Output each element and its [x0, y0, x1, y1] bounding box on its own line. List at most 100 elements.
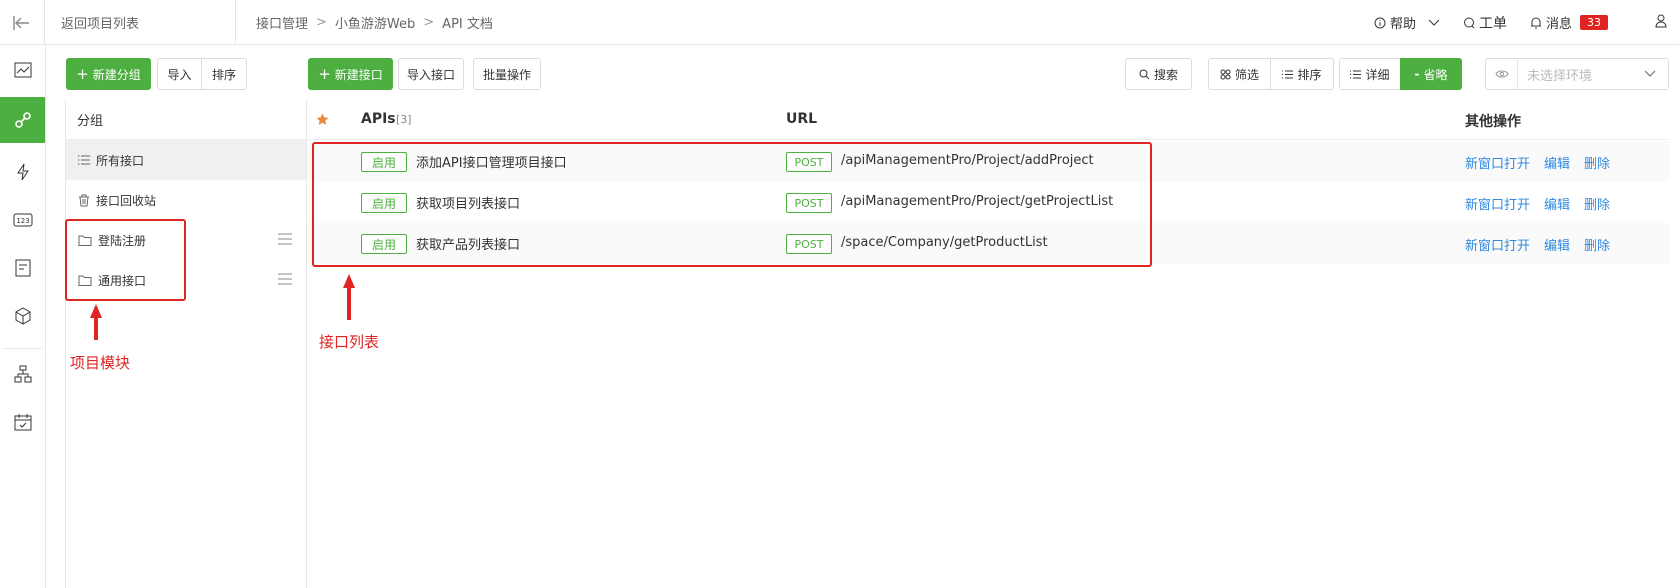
sort-api-label: 排序 — [1297, 67, 1322, 82]
help-menu[interactable]: 帮助 — [1374, 13, 1440, 32]
brief-view-button[interactable]: - 省略 — [1400, 58, 1462, 90]
api-count: [3] — [396, 113, 412, 126]
module-annotation-label: 项目模块 — [70, 354, 131, 372]
breadcrumb-item[interactable]: 小鱼游游Web — [335, 13, 415, 32]
edit-link[interactable]: 编辑 — [1544, 153, 1570, 172]
link-icon — [14, 112, 31, 128]
rail-divider — [4, 348, 42, 349]
calendar-check-icon — [14, 414, 31, 431]
back-to-projects-link[interactable]: 返回项目列表 — [61, 13, 139, 32]
cube-icon — [15, 307, 30, 325]
rail-item-structure[interactable] — [0, 351, 45, 397]
rail-item-dashboard[interactable] — [0, 47, 45, 93]
list-icon — [1350, 70, 1362, 78]
chevron-down-icon — [1428, 19, 1440, 26]
trash-icon — [79, 194, 89, 206]
batch-operation-button[interactable]: 批量操作 — [473, 58, 541, 90]
chat-bubble-icon — [1464, 17, 1475, 29]
hamburger-menu-icon[interactable] — [278, 233, 292, 245]
search-button[interactable]: 搜索 — [1125, 58, 1192, 90]
breadcrumb: 接口管理 > 小鱼游游Web > API 文档 — [256, 13, 493, 32]
rail-item-task[interactable] — [0, 399, 45, 445]
api-list-annotation-label: 接口列表 — [319, 333, 380, 351]
edit-link[interactable]: 编辑 — [1544, 235, 1570, 254]
breadcrumb-item[interactable]: 接口管理 — [256, 13, 308, 32]
filter-button[interactable]: 筛选 — [1208, 58, 1271, 90]
delete-link[interactable]: 删除 — [1584, 235, 1610, 254]
import-api-label: 导入接口 — [406, 67, 455, 82]
group-panel: 分组 所有接口 接口回收站 登陆注册 通用接口 — [65, 100, 307, 588]
arrow-left-bar-icon — [13, 15, 29, 30]
ticket-label: 工单 — [1479, 16, 1507, 32]
ticket-button[interactable]: 工单 — [1463, 13, 1507, 33]
environment-placeholder: 未选择环境 — [1527, 68, 1593, 84]
sort-group-button[interactable]: 排序 — [201, 58, 247, 90]
open-new-window-link[interactable]: 新窗口打开 — [1465, 235, 1530, 254]
sort-api-button[interactable]: 排序 — [1270, 58, 1334, 90]
list-icon — [78, 155, 90, 165]
hamburger-menu-icon[interactable] — [278, 273, 292, 285]
arrow-up-icon — [90, 304, 102, 340]
breadcrumb-item: API 文档 — [442, 17, 493, 32]
message-button[interactable]: 消息 33 — [1530, 13, 1609, 32]
message-count-badge: 33 — [1580, 15, 1609, 30]
import-api-button[interactable]: 导入接口 — [398, 58, 464, 90]
search-label: 搜索 — [1153, 67, 1178, 82]
top-bar: 返回项目列表 接口管理 > 小鱼游游Web > API 文档 帮助 工单 消息 … — [0, 0, 1679, 45]
group-item-all[interactable]: 所有接口 — [66, 140, 306, 180]
detail-label: 详细 — [1365, 67, 1390, 82]
filter-label: 筛选 — [1234, 67, 1259, 82]
rail-item-package[interactable] — [0, 293, 45, 339]
info-icon — [1374, 17, 1386, 28]
new-api-button[interactable]: + 新建接口 — [308, 58, 393, 90]
divider — [235, 0, 236, 45]
import-label: 导入 — [167, 67, 192, 82]
api-list-highlight-box — [312, 142, 1152, 267]
delete-link[interactable]: 删除 — [1584, 194, 1610, 213]
detail-view-button[interactable]: 详细 — [1339, 58, 1401, 90]
col-ops-header: 其他操作 — [1465, 114, 1521, 130]
import-button[interactable]: 导入 — [157, 58, 202, 90]
line-chart-icon — [14, 62, 31, 78]
col-url-header: URL — [786, 111, 818, 127]
list-icon — [1282, 70, 1294, 78]
open-new-window-link[interactable]: 新窗口打开 — [1465, 153, 1530, 172]
environment-select[interactable]: 未选择环境 — [1485, 58, 1669, 90]
rail-item-doc[interactable] — [0, 245, 45, 291]
collapse-back-button[interactable] — [0, 0, 45, 45]
rail-item-api[interactable] — [0, 97, 45, 143]
module-highlight-box — [65, 219, 186, 301]
chevron-right-icon: > — [316, 15, 327, 30]
help-label: 帮助 — [1390, 17, 1417, 32]
edit-link[interactable]: 编辑 — [1544, 194, 1570, 213]
chevron-right-icon: > — [423, 15, 435, 30]
new-group-label: 新建分组 — [92, 67, 141, 82]
table-header: APIs [3] URL 其他操作 — [308, 100, 1669, 140]
brief-label: 省略 — [1423, 67, 1448, 82]
group-item-label: 所有接口 — [96, 153, 145, 168]
message-label: 消息 — [1546, 17, 1573, 32]
rail-item-data[interactable]: 123 — [0, 197, 45, 243]
number-123-icon: 123 — [13, 213, 32, 227]
eye-icon[interactable] — [1486, 59, 1518, 89]
left-rail: 123 — [0, 45, 46, 588]
star-icon[interactable] — [316, 113, 329, 126]
group-item-label: 接口回收站 — [96, 193, 157, 208]
new-api-label: 新建接口 — [334, 67, 383, 82]
user-button[interactable] — [1655, 14, 1667, 28]
document-icon — [15, 259, 30, 277]
chevron-down-icon — [1644, 70, 1656, 77]
batch-label: 批量操作 — [482, 67, 531, 82]
rail-item-test[interactable] — [0, 149, 45, 195]
arrow-up-icon — [343, 274, 355, 320]
new-group-button[interactable]: + 新建分组 — [66, 58, 151, 90]
lightning-icon — [16, 163, 29, 181]
col-apis-header: APIs — [361, 111, 396, 127]
delete-link[interactable]: 删除 — [1584, 153, 1610, 172]
minus-icon: - — [1414, 67, 1420, 81]
open-new-window-link[interactable]: 新窗口打开 — [1465, 194, 1530, 213]
filter-icon — [1220, 69, 1231, 79]
group-item-recycle-bin[interactable]: 接口回收站 — [66, 180, 306, 220]
svg-text:123: 123 — [16, 217, 29, 225]
search-icon — [1139, 69, 1150, 79]
